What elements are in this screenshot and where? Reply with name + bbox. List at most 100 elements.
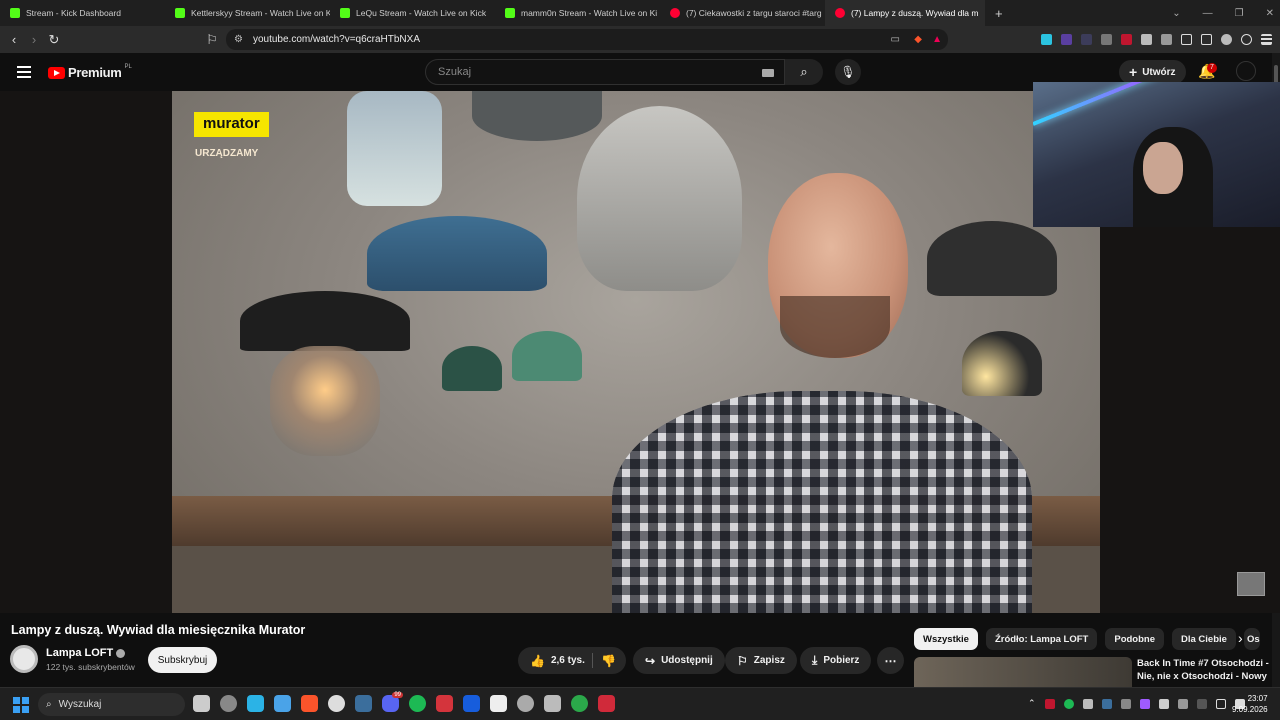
- url-field[interactable]: ⚙ youtube.com/watch?v=q6craHTbNXA ▭ ◆ ▲: [226, 29, 948, 50]
- windows-start-icon[interactable]: [13, 697, 29, 713]
- tab-label: Stream - Kick Dashboard: [26, 8, 121, 18]
- tab-lequ[interactable]: LeQu Stream - Watch Live on Kick: [330, 0, 495, 26]
- download-button[interactable]: ⤓ Pobierz: [800, 647, 872, 674]
- system-clock[interactable]: 23:07 9.09.2026: [1232, 693, 1268, 715]
- browser-tab-bar: Stream - Kick Dashboard Kettlerskyy Stre…: [0, 0, 1280, 26]
- search-placeholder: Szukaj: [438, 66, 472, 78]
- region-code: PL: [124, 63, 132, 70]
- menu-icon[interactable]: [1261, 34, 1272, 45]
- chevron-right-icon[interactable]: ›: [1238, 630, 1243, 646]
- app-icon[interactable]: [517, 695, 534, 712]
- extension-icon[interactable]: [1121, 34, 1132, 45]
- youtube-icon: [670, 8, 680, 18]
- recommendation-title[interactable]: Back In Time #7 Otsochodzi - Nie, nie x …: [1137, 657, 1273, 687]
- network-icon[interactable]: [1215, 698, 1226, 709]
- tab-ciekawostki[interactable]: (7) Ciekawostki z targu staroci #targ: [660, 0, 825, 26]
- tray-expand-icon[interactable]: ⌃: [1028, 698, 1036, 709]
- person-beard: [780, 296, 890, 358]
- bookmark-icon[interactable]: ⚐: [202, 32, 222, 48]
- search-input[interactable]: Szukaj: [425, 59, 785, 85]
- steam-icon[interactable]: [355, 695, 372, 712]
- spotify-icon[interactable]: [409, 695, 426, 712]
- like-button[interactable]: 👍 2,6 tys. 👎: [518, 647, 626, 674]
- recommendation-thumbnail[interactable]: [914, 657, 1132, 687]
- tray-icon[interactable]: [1044, 698, 1055, 709]
- tray-icon[interactable]: [1082, 698, 1093, 709]
- subscribe-button[interactable]: Subskrybuj: [148, 647, 217, 673]
- voice-search-button[interactable]: 🎙: [835, 59, 861, 85]
- video-player[interactable]: murator URZĄDZAMY: [172, 91, 1100, 613]
- xbox-icon[interactable]: [571, 695, 588, 712]
- leo-icon[interactable]: [1221, 34, 1232, 45]
- tray-icon[interactable]: [1101, 698, 1112, 709]
- extension-icon[interactable]: [1081, 34, 1092, 45]
- app-icon[interactable]: [544, 695, 561, 712]
- tab-search-icon[interactable]: ⌄: [1172, 8, 1180, 19]
- brave-icon[interactable]: [301, 695, 318, 712]
- back-icon[interactable]: ‹: [4, 32, 24, 47]
- app-icon[interactable]: [220, 695, 237, 712]
- hamburger-menu-icon[interactable]: [17, 66, 31, 81]
- more-actions-button[interactable]: ⋯: [877, 647, 904, 674]
- tab-lampy-active[interactable]: (7) Lampy z duszą. Wywiad dla m ✕: [825, 0, 985, 26]
- minimize-icon[interactable]: —: [1203, 8, 1213, 19]
- site-info-icon[interactable]: ⚙: [234, 34, 243, 45]
- new-tab-button[interactable]: +: [985, 0, 1013, 26]
- app-icon[interactable]: [490, 695, 507, 712]
- cast-icon[interactable]: ▭: [891, 34, 900, 45]
- rewards-icon[interactable]: ▲: [932, 34, 942, 45]
- save-button[interactable]: ⚐ Zapisz: [725, 647, 797, 674]
- app-icon[interactable]: [328, 695, 345, 712]
- extension-icon[interactable]: [1041, 34, 1052, 45]
- sidebar-icon[interactable]: [1181, 34, 1192, 45]
- channel-avatar[interactable]: [10, 645, 38, 673]
- app-icon[interactable]: [598, 695, 615, 712]
- extension-icon[interactable]: [1161, 34, 1172, 45]
- bitwarden-icon[interactable]: [463, 695, 480, 712]
- lamp-cage: [270, 346, 380, 456]
- youtube-logo[interactable]: Premium PL: [48, 63, 132, 80]
- tray-icon[interactable]: [1158, 698, 1169, 709]
- address-bar-row: ‹ › ↻ ⚐ ⚙ youtube.com/watch?v=q6craHTbNX…: [0, 26, 1280, 53]
- app-icon[interactable]: [247, 695, 264, 712]
- share-button[interactable]: ↪ Udostępnij: [633, 647, 725, 674]
- tray-icon[interactable]: [1063, 698, 1074, 709]
- app-icon[interactable]: [436, 695, 453, 712]
- puzzle-icon[interactable]: [1141, 34, 1152, 45]
- player-thumbnail-icon[interactable]: [1237, 572, 1265, 596]
- tab-kettlerskyy[interactable]: Kettlerskyy Stream - Watch Live on K: [165, 0, 330, 26]
- chip-for-you[interactable]: Dla Ciebie: [1172, 628, 1236, 650]
- tray-icon[interactable]: [1139, 698, 1150, 709]
- keyboard-icon[interactable]: [762, 69, 774, 77]
- tray-icon[interactable]: [1177, 698, 1188, 709]
- tray-icon[interactable]: [1120, 698, 1131, 709]
- thumbs-down-icon[interactable]: 👎: [601, 654, 616, 668]
- tab-mamm0n[interactable]: mamm0n Stream - Watch Live on Ki: [495, 0, 660, 26]
- chip-all[interactable]: Wszystkie: [914, 628, 978, 650]
- channel-name[interactable]: Lampa LOFT: [46, 647, 126, 659]
- reload-icon[interactable]: ↻: [44, 32, 64, 48]
- chip-truncated[interactable]: Os: [1243, 628, 1260, 650]
- account-avatar[interactable]: [1236, 61, 1256, 81]
- forward-icon[interactable]: ›: [24, 32, 44, 47]
- vpn-icon[interactable]: [1241, 34, 1252, 45]
- clock-date: 9.09.2026: [1232, 705, 1268, 714]
- brave-shield-icon[interactable]: ◆: [914, 34, 922, 45]
- extension-icon[interactable]: [1061, 34, 1072, 45]
- lamp-shade: [240, 291, 410, 351]
- chip-similar[interactable]: Podobne: [1105, 628, 1164, 650]
- taskbar-apps: 99: [193, 692, 615, 712]
- wallet-icon[interactable]: [1201, 34, 1212, 45]
- close-window-icon[interactable]: ✕: [1266, 8, 1274, 19]
- extension-icon[interactable]: [1101, 34, 1112, 45]
- file-explorer-icon[interactable]: [274, 695, 291, 712]
- task-view-icon[interactable]: [193, 695, 210, 712]
- create-button[interactable]: + Utwórz: [1119, 60, 1186, 84]
- discord-icon[interactable]: 99: [382, 692, 403, 712]
- tray-icon[interactable]: [1196, 698, 1207, 709]
- chip-source[interactable]: Źródło: Lampa LOFT: [985, 628, 1098, 650]
- taskbar-search[interactable]: ⌕ Wyszukaj: [38, 693, 185, 716]
- restore-icon[interactable]: ❐: [1235, 8, 1244, 19]
- search-button[interactable]: ⌕: [785, 59, 823, 85]
- tab-kick-dashboard[interactable]: Stream - Kick Dashboard: [0, 0, 165, 26]
